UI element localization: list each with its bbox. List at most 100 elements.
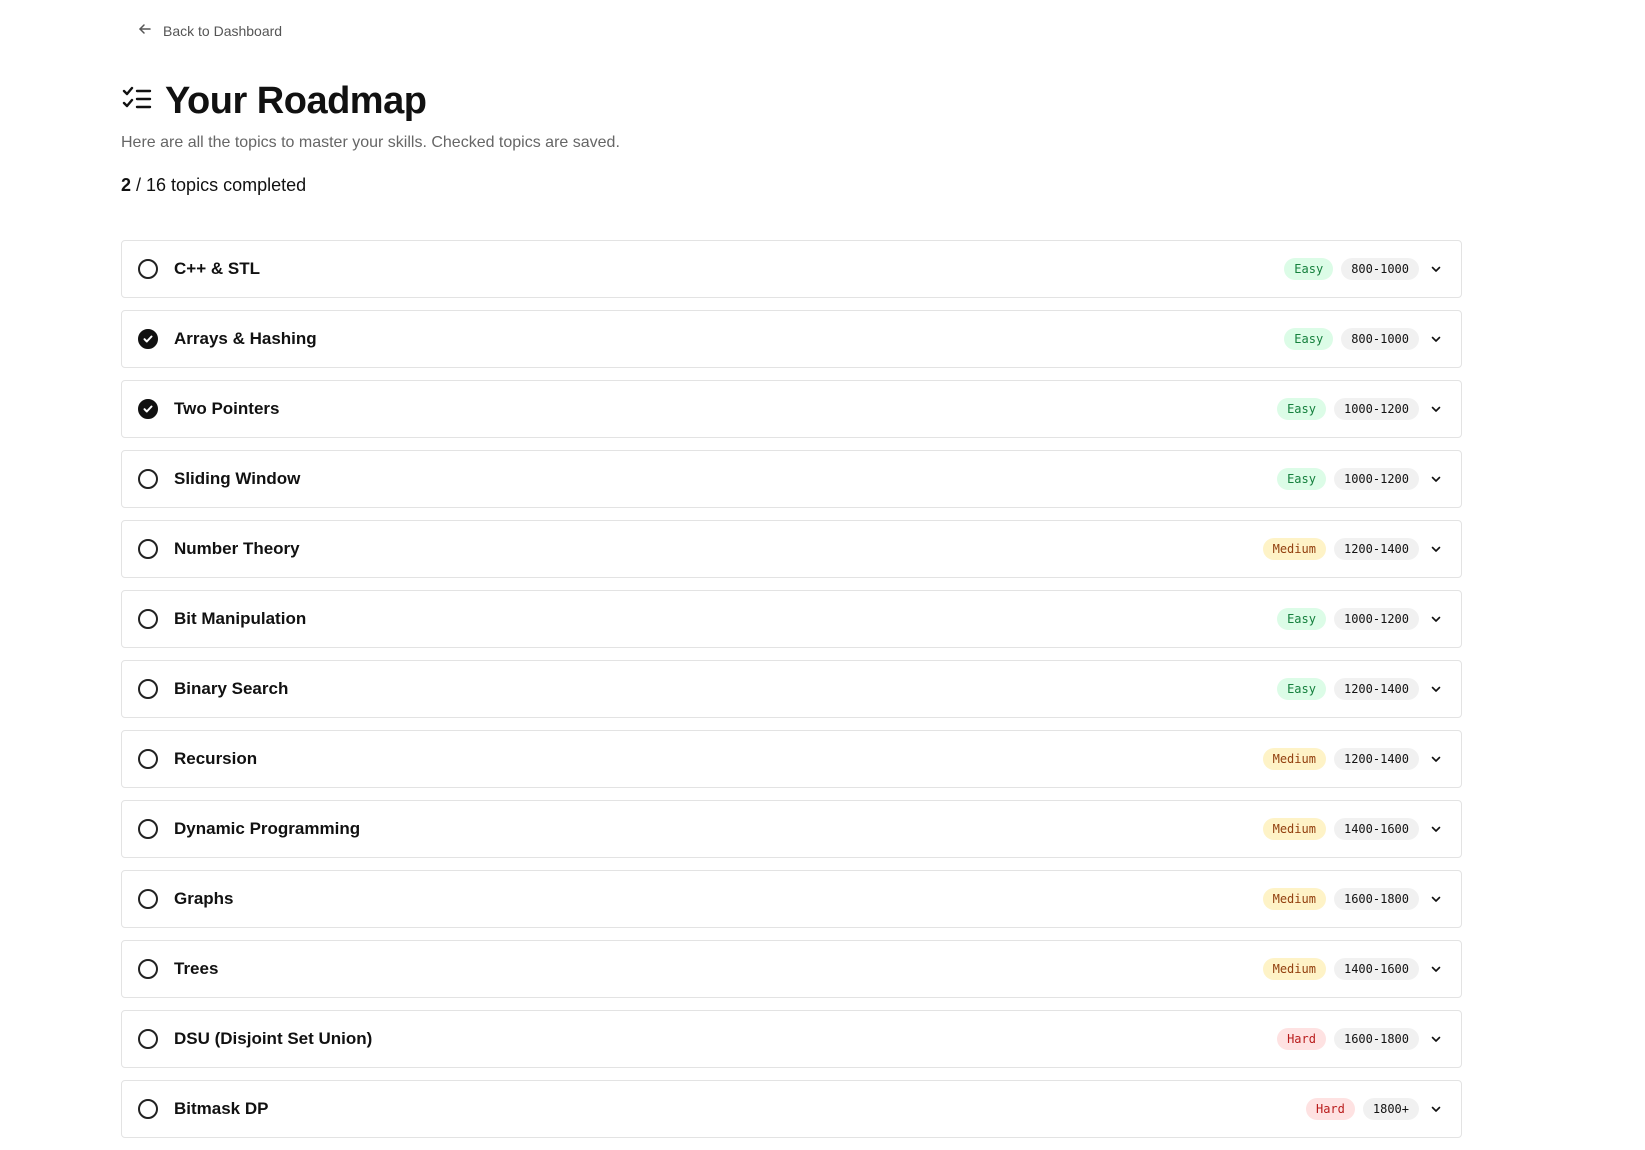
difficulty-badge: Medium: [1262, 748, 1326, 770]
topic-name: Two Pointers: [174, 399, 280, 418]
chevron-down-icon[interactable]: [1429, 1032, 1443, 1046]
rating-range-badge: 1600-1800: [1333, 1028, 1419, 1050]
completed-count: 2: [121, 175, 132, 195]
topic-name: Number Theory: [174, 539, 300, 558]
difficulty-badge: Medium: [1262, 958, 1326, 980]
difficulty-badge: Easy: [1277, 398, 1326, 420]
topic-name: DSU (Disjoint Set Union): [174, 1029, 373, 1048]
topic-badges: Medium 1400-1600: [1262, 818, 1443, 840]
rating-range-badge: 1000-1200: [1333, 468, 1419, 490]
rating-range-badge: 800-1000: [1341, 258, 1419, 280]
topic-row[interactable]: Recursion Medium 1200-1400: [121, 730, 1462, 788]
rating-range-badge: 1600-1800: [1333, 888, 1419, 910]
difficulty-badge: Easy: [1277, 608, 1326, 630]
rating-range-badge: 1400-1600: [1333, 818, 1419, 840]
arrow-left-icon: [137, 21, 153, 40]
progress-text: / 16 topics completed: [131, 175, 307, 195]
topic-checkbox[interactable]: [138, 1029, 158, 1049]
topic-list: C++ & STL Easy 800-1000 Arrays & Hashing…: [121, 240, 1462, 1150]
page-title: Your Roadmap: [165, 80, 427, 122]
page-subtitle: Here are all the topics to master your s…: [121, 134, 620, 151]
topic-badges: Hard 1800+: [1305, 1098, 1443, 1120]
topic-checkbox[interactable]: [138, 609, 158, 629]
difficulty-badge: Easy: [1277, 468, 1326, 490]
topic-checkbox[interactable]: [138, 399, 158, 419]
rating-range-badge: 1200-1400: [1333, 538, 1419, 560]
chevron-down-icon[interactable]: [1429, 892, 1443, 906]
topic-checkbox[interactable]: [138, 259, 158, 279]
topic-name: Binary Search: [174, 679, 289, 698]
topic-checkbox[interactable]: [138, 469, 158, 489]
topic-checkbox[interactable]: [138, 329, 158, 349]
topic-badges: Easy 1200-1400: [1277, 678, 1443, 700]
check-icon: [143, 405, 153, 413]
topic-checkbox[interactable]: [138, 889, 158, 909]
chevron-down-icon[interactable]: [1429, 332, 1443, 346]
chevron-down-icon[interactable]: [1429, 542, 1443, 556]
chevron-down-icon[interactable]: [1429, 262, 1443, 276]
topic-name: Bit Manipulation: [174, 609, 307, 628]
topic-name: Graphs: [174, 889, 234, 908]
chevron-down-icon[interactable]: [1429, 612, 1443, 626]
topic-badges: Easy 1000-1200: [1277, 608, 1443, 630]
topic-badges: Hard 1600-1800: [1277, 1028, 1443, 1050]
rating-range-badge: 1000-1200: [1333, 398, 1419, 420]
chevron-down-icon[interactable]: [1429, 682, 1443, 696]
topic-row[interactable]: DSU (Disjoint Set Union) Hard 1600-1800: [121, 1010, 1462, 1068]
list-checks-icon: [121, 83, 153, 120]
difficulty-badge: Easy: [1277, 678, 1326, 700]
chevron-down-icon[interactable]: [1429, 752, 1443, 766]
difficulty-badge: Medium: [1262, 888, 1326, 910]
topic-checkbox[interactable]: [138, 749, 158, 769]
progress-summary: 2 / 16 topics completed: [121, 175, 306, 196]
topic-badges: Medium 1200-1400: [1262, 748, 1443, 770]
topic-name: Trees: [174, 959, 219, 978]
topic-badges: Easy 800-1000: [1284, 258, 1443, 280]
topic-row[interactable]: Bitmask DP Hard 1800+: [121, 1080, 1462, 1138]
topic-badges: Easy 800-1000: [1284, 328, 1443, 350]
topic-name: Sliding Window: [174, 469, 301, 488]
topic-checkbox[interactable]: [138, 679, 158, 699]
topic-badges: Medium 1600-1800: [1262, 888, 1443, 910]
rating-range-badge: 1400-1600: [1333, 958, 1419, 980]
topic-checkbox[interactable]: [138, 1099, 158, 1119]
topic-row[interactable]: Sliding Window Easy 1000-1200: [121, 450, 1462, 508]
topic-badges: Easy 1000-1200: [1277, 468, 1443, 490]
chevron-down-icon[interactable]: [1429, 1102, 1443, 1116]
topic-row[interactable]: Trees Medium 1400-1600: [121, 940, 1462, 998]
rating-range-badge: 1800+: [1362, 1098, 1419, 1120]
title-row: Your Roadmap: [121, 80, 427, 123]
topic-row[interactable]: Number Theory Medium 1200-1400: [121, 520, 1462, 578]
topic-name: Recursion: [174, 749, 258, 768]
topic-row[interactable]: Arrays & Hashing Easy 800-1000: [121, 310, 1462, 368]
topic-name: Bitmask DP: [174, 1099, 269, 1118]
topic-badges: Medium 1400-1600: [1262, 958, 1443, 980]
chevron-down-icon[interactable]: [1429, 822, 1443, 836]
rating-range-badge: 1000-1200: [1333, 608, 1419, 630]
difficulty-badge: Medium: [1262, 818, 1326, 840]
chevron-down-icon[interactable]: [1429, 962, 1443, 976]
topic-checkbox[interactable]: [138, 959, 158, 979]
topic-checkbox[interactable]: [138, 819, 158, 839]
chevron-down-icon[interactable]: [1429, 402, 1443, 416]
difficulty-badge: Easy: [1284, 328, 1334, 350]
back-to-dashboard-link[interactable]: Back to Dashboard: [137, 21, 282, 40]
back-label: Back to Dashboard: [163, 22, 283, 39]
topic-row[interactable]: Graphs Medium 1600-1800: [121, 870, 1462, 928]
topic-row[interactable]: Binary Search Easy 1200-1400: [121, 660, 1462, 718]
chevron-down-icon[interactable]: [1429, 472, 1443, 486]
topic-row[interactable]: Bit Manipulation Easy 1000-1200: [121, 590, 1462, 648]
rating-range-badge: 1200-1400: [1333, 748, 1419, 770]
difficulty-badge: Medium: [1262, 538, 1326, 560]
topic-badges: Easy 1000-1200: [1277, 398, 1443, 420]
topic-row[interactable]: Two Pointers Easy 1000-1200: [121, 380, 1462, 438]
topic-name: Dynamic Programming: [174, 819, 361, 838]
topic-name: C++ & STL: [174, 259, 260, 278]
topic-row[interactable]: C++ & STL Easy 800-1000: [121, 240, 1462, 298]
check-icon: [143, 335, 153, 343]
topic-row[interactable]: Dynamic Programming Medium 1400-1600: [121, 800, 1462, 858]
topic-name: Arrays & Hashing: [174, 329, 317, 348]
topic-checkbox[interactable]: [138, 539, 158, 559]
difficulty-badge: Easy: [1284, 258, 1334, 280]
rating-range-badge: 1200-1400: [1333, 678, 1419, 700]
